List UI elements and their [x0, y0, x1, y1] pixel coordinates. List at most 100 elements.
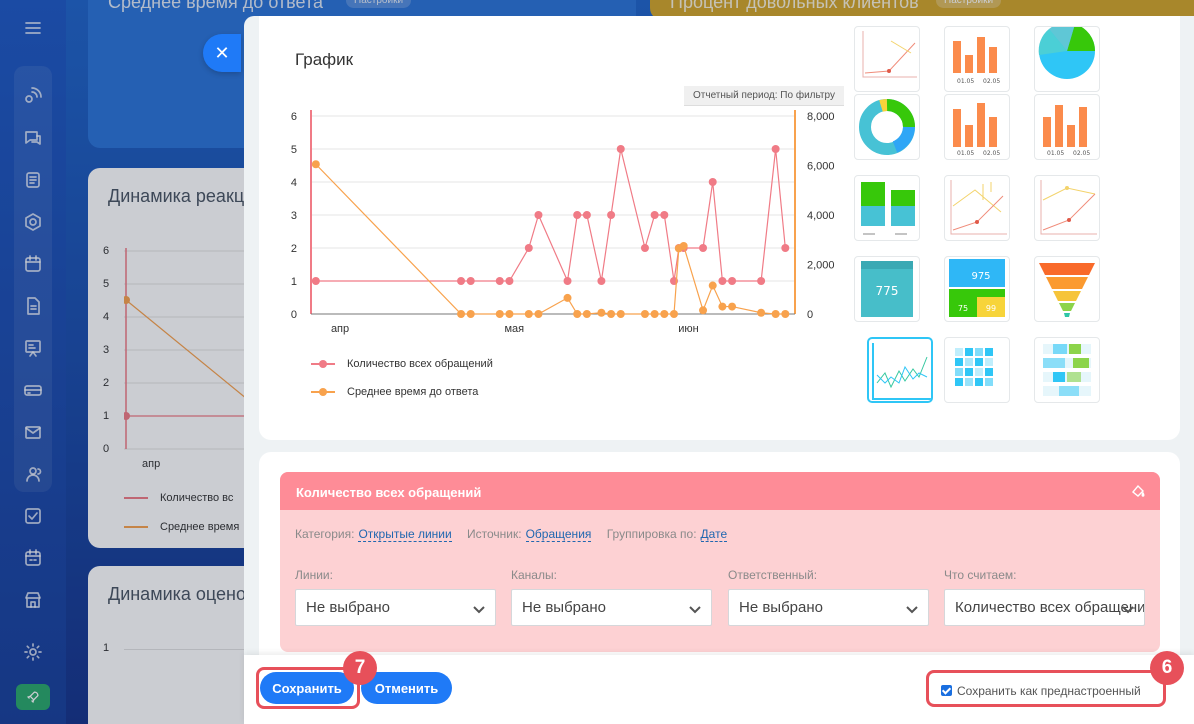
multi-widget-value: 99: [986, 304, 996, 313]
bg-axis-tick: 3: [103, 344, 110, 356]
chart-type-funnel[interactable]: [1034, 256, 1100, 322]
data-point: [699, 244, 708, 252]
data-point: [771, 310, 780, 318]
data-point: [708, 178, 717, 186]
category-link[interactable]: Открытые линии: [358, 527, 452, 542]
bar-date-label: 02.05: [983, 78, 1000, 85]
chart-type-line-active[interactable]: [867, 337, 933, 403]
document-icon[interactable]: [19, 292, 47, 320]
data-point: [524, 244, 533, 252]
tasks-icon[interactable]: [19, 166, 47, 194]
responsible-label: Ответственный:: [728, 568, 818, 582]
lines-select[interactable]: Не выбрано: [295, 589, 496, 626]
data-point: [781, 244, 790, 252]
close-slider-button[interactable]: ✕: [203, 34, 241, 72]
bar-date-label: 02.05: [1073, 150, 1090, 157]
chart-type-multi-number-widget[interactable]: 975 75 99: [944, 256, 1010, 322]
menu-icon[interactable]: [19, 14, 47, 42]
schedule-icon[interactable]: [19, 544, 47, 572]
bg-axis-tick: 5: [103, 278, 110, 290]
bg-mini-chart: [124, 248, 258, 450]
y-left-tick-label: 6: [291, 111, 297, 123]
data-point: [457, 310, 466, 318]
bg-axis-tick: 1: [103, 410, 110, 422]
mail-icon[interactable]: [19, 418, 47, 446]
lines-label: Линии:: [295, 568, 333, 582]
save-button[interactable]: Сохранить: [260, 672, 354, 704]
source-link[interactable]: Обращения: [525, 527, 592, 542]
data-point: [563, 277, 572, 285]
step-marker-preset: 6: [1150, 651, 1184, 685]
series-card: Количество всех обращений Категория: Откр…: [280, 472, 1160, 652]
data-point: [757, 277, 766, 285]
chart-type-line-multi[interactable]: [944, 175, 1010, 241]
data-point: [616, 145, 625, 153]
metric-select[interactable]: Количество всех обращений: [944, 589, 1145, 626]
series-line: [315, 163, 786, 315]
store-icon[interactable]: [19, 586, 47, 614]
y-left-tick-label: 0: [291, 309, 297, 321]
rocket-icon[interactable]: [16, 684, 50, 710]
source-label: Источник:: [467, 527, 522, 541]
series-title: Количество всех обращений: [296, 485, 482, 500]
bg-card-badge: Настройки: [346, 0, 412, 8]
left-sidebar: [0, 0, 66, 724]
settings-gear-icon[interactable]: [19, 638, 47, 666]
data-point: [495, 277, 504, 285]
chevron-down-icon: [1122, 606, 1134, 614]
channels-select[interactable]: Не выбрано: [511, 589, 712, 626]
contacts-icon[interactable]: [19, 460, 47, 488]
data-point: [466, 277, 475, 285]
category-label: Категория:: [295, 527, 355, 541]
feed-icon[interactable]: [19, 82, 47, 110]
preset-label[interactable]: Сохранить как преднастроенный: [957, 684, 1141, 698]
chat-icon[interactable]: [19, 124, 47, 152]
bg-axis-tick: 6: [103, 245, 110, 257]
data-point: [597, 277, 606, 285]
data-point: [616, 310, 625, 318]
bg-legend-item: Количество вс: [124, 492, 233, 504]
chart-type-number-widget[interactable]: 775: [854, 256, 920, 322]
step-marker-save: 7: [343, 651, 377, 685]
palette-icon[interactable]: [1130, 483, 1146, 499]
crm-icon[interactable]: [19, 208, 47, 236]
y-right-tick-label: 4,000: [807, 210, 835, 222]
chart-type-line-mixed[interactable]: [854, 26, 920, 92]
data-point: [650, 211, 659, 219]
data-point: [607, 310, 616, 318]
chart-type-bar-dates-2[interactable]: 01.05 02.05: [944, 94, 1010, 160]
chart-type-stacked-bar[interactable]: [854, 175, 920, 241]
board-icon[interactable]: [19, 334, 47, 362]
grouping-link[interactable]: Дате: [700, 527, 728, 542]
data-point: [781, 310, 790, 318]
chart-type-bar-dates-3[interactable]: 01.05 02.05: [1034, 94, 1100, 160]
bg-card-title: Среднее время до ответа: [108, 0, 323, 12]
chart-type-donut[interactable]: [854, 94, 920, 160]
data-point: [607, 211, 616, 219]
data-point: [660, 310, 669, 318]
checkbox-icon[interactable]: [19, 502, 47, 530]
cancel-button[interactable]: Отменить: [361, 672, 452, 704]
chart-type-colored-rows[interactable]: [1034, 337, 1100, 403]
chart-type-heatmap[interactable]: [944, 337, 1010, 403]
y-left-tick-label: 5: [291, 144, 297, 156]
chart-type-pie[interactable]: [1034, 26, 1100, 92]
data-point: [679, 241, 688, 250]
data-point: [466, 310, 475, 318]
calendar-icon[interactable]: [19, 250, 47, 278]
data-point: [457, 277, 466, 285]
data-point: [582, 211, 591, 219]
series-filter-row: Категория: Открытые линии Источник: Обраще…: [295, 527, 739, 542]
data-point: [718, 277, 727, 285]
y-right-tick-label: 6,000: [807, 161, 835, 173]
data-point: [699, 306, 708, 315]
preset-checkbox[interactable]: [941, 685, 952, 696]
data-point: [640, 244, 649, 252]
chart-type-line-multi-2[interactable]: [1034, 175, 1100, 241]
data-point: [728, 277, 737, 285]
drive-icon[interactable]: [19, 376, 47, 404]
responsible-select[interactable]: Не выбрано: [728, 589, 929, 626]
chart-type-bar-dates[interactable]: 01.05 02.05: [944, 26, 1010, 92]
data-point: [563, 293, 572, 302]
bg-card-title: Динамика оценок: [108, 584, 254, 604]
